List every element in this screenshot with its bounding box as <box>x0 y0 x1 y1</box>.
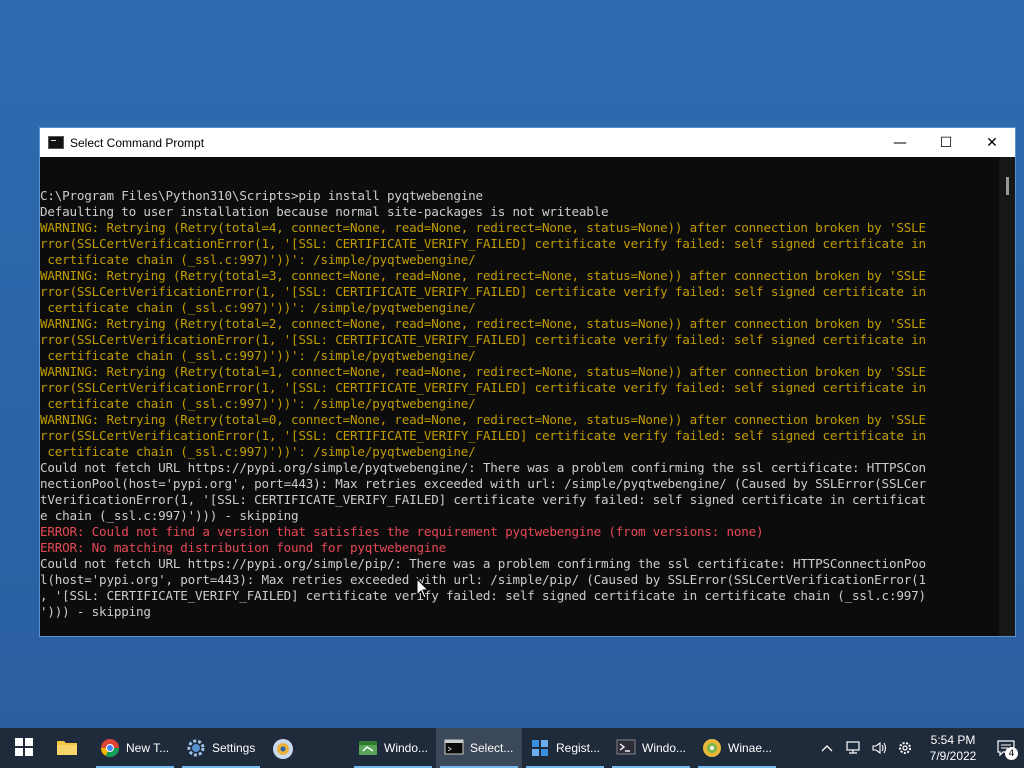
console-line: Could not fetch URL https://pypi.org/sim… <box>40 556 926 571</box>
taskbar: New T... Settings Windo... Select... Regist.… <box>0 728 1024 768</box>
chevron-up-icon[interactable] <box>817 738 837 758</box>
folder-icon <box>56 738 77 758</box>
console-line: certificate chain (_ssl.c:997)'))': /sim… <box>40 444 476 459</box>
console-line: rror(SSLCertVerificationError(1, '[SSL: … <box>40 428 926 443</box>
gear-icon <box>186 738 206 758</box>
app-window-icon <box>358 738 378 758</box>
command-prompt-window[interactable]: Select Command Prompt — ☐ ✕ C:\Program F… <box>39 127 1016 637</box>
console-line: rror(SSLCertVerificationError(1, '[SSL: … <box>40 380 926 395</box>
console-line: certificate chain (_ssl.c:997)'))': /sim… <box>40 396 476 411</box>
taskbar-media[interactable] <box>264 728 350 768</box>
console-icon <box>48 136 64 149</box>
console-line: Defaulting to user installation because … <box>40 204 609 219</box>
taskbar-chrome[interactable]: New T... <box>92 728 178 768</box>
console-line: rror(SSLCertVerificationError(1, '[SSL: … <box>40 236 926 251</box>
taskbar-settings[interactable]: Settings <box>178 728 264 768</box>
console-line: e chain (_ssl.c:997)'))) - skipping <box>40 508 299 523</box>
minimize-button[interactable]: — <box>877 128 923 157</box>
media-disc-icon <box>272 738 293 759</box>
console-line: WARNING: Retrying (Retry(total=4, connec… <box>40 220 926 235</box>
console-line: WARNING: Retrying (Retry(total=0, connec… <box>40 412 926 427</box>
taskbar-item-label: New T... <box>126 741 170 755</box>
mouse-cursor-icon <box>416 578 430 599</box>
taskbar-registry[interactable]: Regist... <box>522 728 608 768</box>
taskbar-file-explorer[interactable] <box>48 728 92 768</box>
gear-icon[interactable] <box>895 738 915 758</box>
clock-time: 5:54 PM <box>930 733 976 747</box>
taskbar-command-prompt[interactable]: Select... <box>436 728 522 768</box>
console-line: WARNING: Retrying (Retry(total=2, connec… <box>40 316 926 331</box>
console-output[interactable]: C:\Program Files\Python310\Scripts>pip i… <box>40 157 999 636</box>
console-line: C:\Program Files\Python310\Scripts>pip i… <box>40 188 483 203</box>
system-tray: 5:54 PM 7/9/2022 4 <box>814 728 1024 768</box>
console-line: ERROR: No matching distribution found fo… <box>40 540 447 555</box>
close-button[interactable]: ✕ <box>969 128 1015 157</box>
console-line: ERROR: Could not find a version that sat… <box>40 524 764 539</box>
taskbar-item-label: Winae... <box>728 741 773 755</box>
registry-icon <box>530 738 550 758</box>
title-bar[interactable]: Select Command Prompt — ☐ ✕ <box>40 128 1015 157</box>
console-line: nectionPool(host='pypi.org', port=443): … <box>40 476 926 491</box>
console-line: tVerificationError(1, '[SSL: CERTIFICATE… <box>40 492 926 507</box>
clock[interactable]: 5:54 PM 7/9/2022 <box>918 732 988 764</box>
taskbar-item-label: Windo... <box>642 741 687 755</box>
start-button[interactable] <box>0 728 48 768</box>
console-icon <box>444 738 464 758</box>
volume-icon[interactable] <box>869 738 889 758</box>
taskbar-item-label: Windo... <box>384 741 429 755</box>
taskbar-terminal[interactable]: Windo... <box>608 728 694 768</box>
notification-count-badge: 4 <box>1005 747 1018 760</box>
maximize-button[interactable]: ☐ <box>923 128 969 157</box>
taskbar-windows-app[interactable]: Windo... <box>350 728 436 768</box>
clock-date: 7/9/2022 <box>929 749 977 763</box>
console-line: , '[SSL: CERTIFICATE_VERIFY_FAILED] cert… <box>40 588 926 603</box>
windows-logo-icon <box>15 738 35 758</box>
console-line: WARNING: Retrying (Retry(total=3, connec… <box>40 268 926 283</box>
console-line: WARNING: Retrying (Retry(total=1, connec… <box>40 364 926 379</box>
console-line: certificate chain (_ssl.c:997)'))': /sim… <box>40 348 476 363</box>
network-icon[interactable] <box>843 738 863 758</box>
terminal-icon <box>616 738 636 758</box>
window-controls: — ☐ ✕ <box>877 128 1015 157</box>
taskbar-item-label: Select... <box>470 741 514 755</box>
vertical-scrollbar[interactable] <box>999 157 1015 636</box>
console-line: certificate chain (_ssl.c:997)'))': /sim… <box>40 300 476 315</box>
console-line: Could not fetch URL https://pypi.org/sim… <box>40 460 926 475</box>
winaero-icon <box>702 738 722 758</box>
taskbar-winaero[interactable]: Winae... <box>694 728 780 768</box>
console-line: rror(SSLCertVerificationError(1, '[SSL: … <box>40 332 926 347</box>
action-center-button[interactable]: 4 <box>988 728 1024 768</box>
taskbar-item-label: Regist... <box>556 741 601 755</box>
taskbar-item-label: Settings <box>212 741 256 755</box>
console-line: l(host='pypi.org', port=443): Max retrie… <box>40 572 926 587</box>
console-line: rror(SSLCertVerificationError(1, '[SSL: … <box>40 284 926 299</box>
scrollbar-thumb[interactable] <box>1006 177 1009 195</box>
console-line: '))) - skipping <box>40 604 151 619</box>
console-line: certificate chain (_ssl.c:997)'))': /sim… <box>40 252 476 267</box>
window-title: Select Command Prompt <box>70 135 205 150</box>
chrome-icon <box>100 738 120 758</box>
